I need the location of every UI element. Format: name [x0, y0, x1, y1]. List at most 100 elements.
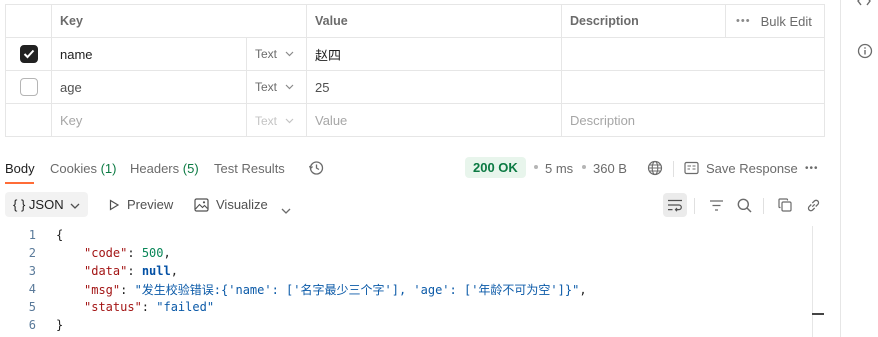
json-value-code: 500	[141, 246, 164, 260]
code-line: 5 "status": "failed"	[0, 298, 800, 316]
json-value-data: null	[141, 264, 171, 278]
toolbar-divider	[763, 198, 764, 214]
code-icon[interactable]	[857, 0, 871, 11]
visualize-button[interactable]: Visualize	[194, 192, 268, 217]
param-description-field[interactable]	[562, 71, 826, 103]
select-column-header	[6, 5, 52, 37]
new-description-input[interactable]: Description	[562, 104, 826, 137]
wrap-lines-icon[interactable]	[663, 193, 687, 217]
param-checkbox[interactable]	[19, 78, 38, 96]
chevron-down-icon	[285, 116, 294, 126]
new-type-label: Text	[255, 113, 278, 128]
check-icon	[23, 49, 34, 59]
param-key-field[interactable]: age	[52, 71, 247, 103]
preview-button[interactable]: Preview	[108, 192, 173, 217]
format-toolbar: { } JSON Preview Visualize	[0, 190, 830, 220]
code-line: 2 "code": 500,	[0, 244, 800, 262]
code-line: 1 {	[0, 226, 800, 244]
param-row: name Text 赵四	[6, 38, 824, 71]
line-number: 5	[28, 300, 36, 314]
vertical-scrollbar[interactable]	[812, 226, 825, 337]
param-description-field[interactable]	[562, 38, 826, 70]
chevron-down-icon	[70, 197, 80, 212]
param-value-field[interactable]: 25	[307, 71, 562, 103]
separator-dot	[534, 165, 538, 169]
line-number: 2	[28, 246, 36, 260]
description-column-header: Description	[562, 5, 726, 37]
headers-count: (5)	[182, 161, 199, 176]
history-icon[interactable]	[308, 160, 324, 179]
search-icon[interactable]	[732, 193, 756, 217]
bulk-edit-label: Bulk Edit	[760, 13, 812, 29]
new-key-input[interactable]: Key	[52, 104, 247, 137]
code-line: 6 }	[0, 316, 800, 334]
scrollbar-thumb[interactable]	[812, 313, 824, 315]
save-response-icon	[684, 161, 699, 178]
json-key-msg: "msg"	[84, 282, 121, 297]
new-type-dropdown[interactable]: Text	[247, 104, 307, 137]
active-tab-indicator	[5, 182, 34, 184]
param-row: age Text 25	[6, 71, 824, 104]
link-icon[interactable]	[801, 193, 825, 217]
json-key-status: "status"	[84, 300, 142, 314]
param-type-dropdown[interactable]: Text	[247, 71, 307, 103]
line-number: 4	[28, 282, 36, 296]
response-size[interactable]: 360 B	[593, 161, 627, 176]
json-key-data: "data"	[84, 264, 128, 278]
params-header-row: Key Value Description ••• Bulk Edit	[6, 5, 824, 38]
param-type-dropdown[interactable]: Text	[247, 38, 307, 70]
param-key-field[interactable]: name	[52, 38, 247, 70]
play-icon	[109, 198, 120, 211]
code-line-content: "data": null,	[84, 264, 178, 278]
more-dots-icon: •••	[736, 15, 751, 27]
json-open-brace: {	[56, 228, 64, 242]
code-line-content: "msg": "发生校验错误:{'name': ['名字最少三个字'], 'ag…	[84, 282, 587, 297]
tab-headers[interactable]: Headers (5)	[130, 161, 199, 176]
code-line-content: "code": 500,	[84, 246, 171, 260]
json-value-msg: "发生校验错误:{'name': ['名字最少三个字'], 'age': ['年…	[134, 282, 580, 297]
tab-cookies[interactable]: Cookies (1)	[50, 161, 116, 176]
chevron-down-icon[interactable]	[281, 202, 291, 217]
info-icon[interactable]	[857, 43, 873, 62]
response-time[interactable]: 5 ms	[545, 161, 573, 176]
format-json-dropdown[interactable]: { } JSON	[5, 192, 88, 217]
response-toolbar: Body Cookies (1) Headers (5) Test Result…	[0, 152, 830, 186]
tab-test-results[interactable]: Test Results	[214, 161, 285, 176]
sidebar-divider	[840, 0, 841, 337]
json-key-code: "code"	[84, 246, 128, 260]
preview-label: Preview	[127, 197, 174, 212]
line-number: 6	[28, 318, 36, 332]
toolbar-divider	[673, 161, 674, 177]
param-type-label: Text	[255, 80, 278, 94]
tab-body[interactable]: Body	[5, 161, 35, 176]
tab-cookies-label: Cookies	[50, 161, 97, 176]
json-close-brace: }	[56, 318, 64, 332]
tab-headers-label: Headers	[130, 161, 180, 176]
code-line: 4 "msg": "发生校验错误:{'name': ['名字最少三个字'], '…	[0, 280, 800, 298]
param-row-select	[6, 38, 52, 70]
param-new-row: Key Text Value Description	[6, 104, 824, 137]
bulk-edit-button[interactable]: ••• Bulk Edit	[726, 5, 826, 37]
cookies-count: (1)	[100, 161, 117, 176]
param-checkbox[interactable]	[19, 45, 38, 63]
copy-icon[interactable]	[773, 193, 797, 217]
toolbar-divider	[694, 198, 695, 214]
save-response-button[interactable]: Save Response	[706, 161, 798, 176]
param-type-label: Text	[255, 47, 278, 61]
filter-icon[interactable]	[704, 193, 728, 217]
format-json-label: { } JSON	[13, 197, 64, 212]
new-value-input[interactable]: Value	[307, 104, 562, 137]
image-icon	[194, 197, 209, 212]
param-value-field[interactable]: 赵四	[307, 38, 562, 70]
value-column-header: Value	[307, 5, 562, 37]
more-options-icon[interactable]: •••	[805, 163, 819, 174]
status-badge[interactable]: 200 OK	[465, 157, 526, 178]
code-line-content: "status": "failed"	[84, 300, 215, 314]
globe-icon[interactable]	[647, 160, 663, 179]
line-number: 3	[28, 264, 36, 278]
visualize-label: Visualize	[216, 197, 268, 212]
separator-dot	[582, 165, 586, 169]
json-value-status: "failed"	[156, 300, 215, 314]
param-row-select	[6, 71, 52, 103]
chevron-down-icon	[285, 82, 294, 92]
